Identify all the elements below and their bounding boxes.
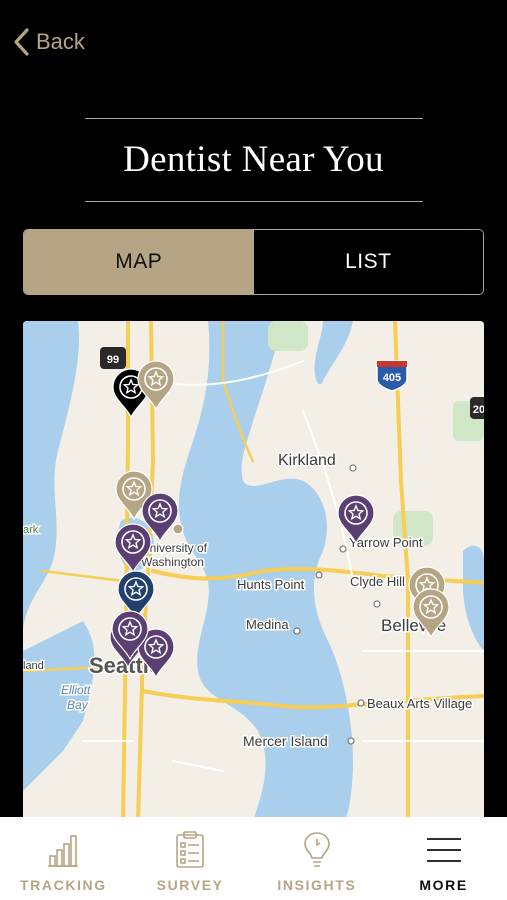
- chevron-left-icon: [14, 28, 29, 56]
- interstate-405-label: 405: [383, 372, 401, 384]
- tab-survey-label: SURVEY: [156, 877, 224, 893]
- map-view[interactable]: 99 405 20 Kirkland Yarrow Point Universi…: [23, 321, 484, 821]
- tab-more[interactable]: MORE: [380, 817, 507, 900]
- page-title: Dentist Near You: [123, 139, 384, 180]
- route-99-label: 99: [107, 354, 119, 366]
- list-tab[interactable]: LIST: [253, 230, 483, 294]
- label-elliott: Elliott: [61, 683, 91, 697]
- lightbulb-icon: [304, 832, 330, 867]
- label-beaux-arts-village: Beaux Arts Village: [367, 696, 472, 711]
- map-list-toggle: MAP LIST: [23, 229, 484, 295]
- back-button[interactable]: Back: [12, 26, 85, 58]
- label-bay: Bay: [67, 698, 89, 712]
- bottom-tab-bar: TRACKING SURVEY INSIGHTS MORE: [0, 817, 507, 900]
- label-land: land: [23, 660, 44, 672]
- map-canvas: 99 405 20 Kirkland Yarrow Point Universi…: [23, 321, 484, 821]
- route-20-shield: 20: [470, 397, 484, 419]
- label-washington: Washington: [141, 555, 204, 569]
- back-label: Back: [36, 29, 85, 54]
- interstate-405-shield: 405: [376, 360, 408, 392]
- hamburger-menu-icon: [426, 838, 461, 862]
- tab-tracking[interactable]: TRACKING: [0, 817, 127, 900]
- tab-tracking-label: TRACKING: [20, 877, 107, 893]
- clipboard-checklist-icon: [176, 831, 204, 868]
- bar-chart-icon: [48, 835, 79, 867]
- tab-survey[interactable]: SURVEY: [127, 817, 254, 900]
- title-rule-top: [85, 118, 423, 119]
- route-99-shield: 99: [100, 347, 126, 369]
- tab-insights-label: INSIGHTS: [277, 877, 357, 893]
- title-rule-bottom: [85, 201, 423, 202]
- label-mercer-island: Mercer Island: [243, 733, 328, 749]
- tab-insights[interactable]: INSIGHTS: [254, 817, 381, 900]
- label-medina: Medina: [246, 617, 289, 632]
- map-tab[interactable]: MAP: [24, 230, 254, 294]
- label-hunts-point: Hunts Point: [237, 577, 305, 592]
- label-clyde-hill: Clyde Hill: [350, 574, 405, 589]
- label-kirkland: Kirkland: [278, 452, 336, 469]
- route-20-label: 20: [473, 404, 484, 416]
- label-ark: ark: [23, 524, 39, 536]
- tab-more-label: MORE: [419, 877, 468, 893]
